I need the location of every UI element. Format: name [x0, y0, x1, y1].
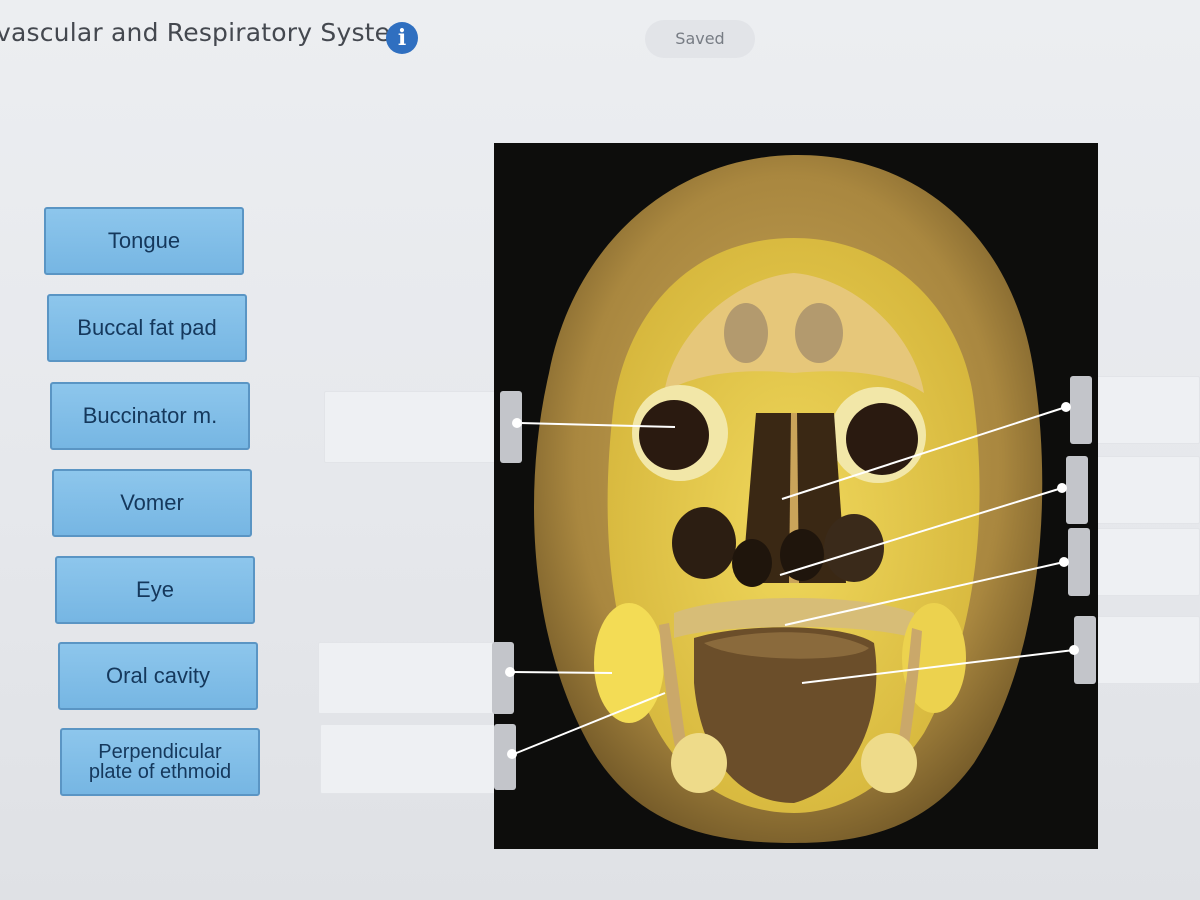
- pin-right-2: [1057, 483, 1067, 493]
- leader-line-right-1: [781, 406, 1067, 500]
- leader-line-left-1: [519, 422, 676, 428]
- pin-left-3: [507, 749, 517, 759]
- leader-line-right-2: [779, 487, 1063, 576]
- pin-left-1: [512, 418, 522, 428]
- pin-right-1: [1061, 402, 1071, 412]
- drop-zone-tab-right-3: [1068, 528, 1090, 596]
- drop-zone-tab-right-2: [1066, 456, 1088, 524]
- pin-right-3: [1059, 557, 1069, 567]
- pin-right-4: [1069, 645, 1079, 655]
- leader-line-left-2: [511, 671, 613, 674]
- leader-line-left-3: [513, 692, 666, 755]
- leader-line-right-4: [801, 649, 1075, 684]
- drop-zone-tab-left-2: [492, 642, 514, 714]
- drop-zone-tab-right-1: [1070, 376, 1092, 444]
- pin-left-2: [505, 667, 515, 677]
- leader-lines: [511, 406, 1075, 755]
- leader-line-right-3: [784, 561, 1065, 626]
